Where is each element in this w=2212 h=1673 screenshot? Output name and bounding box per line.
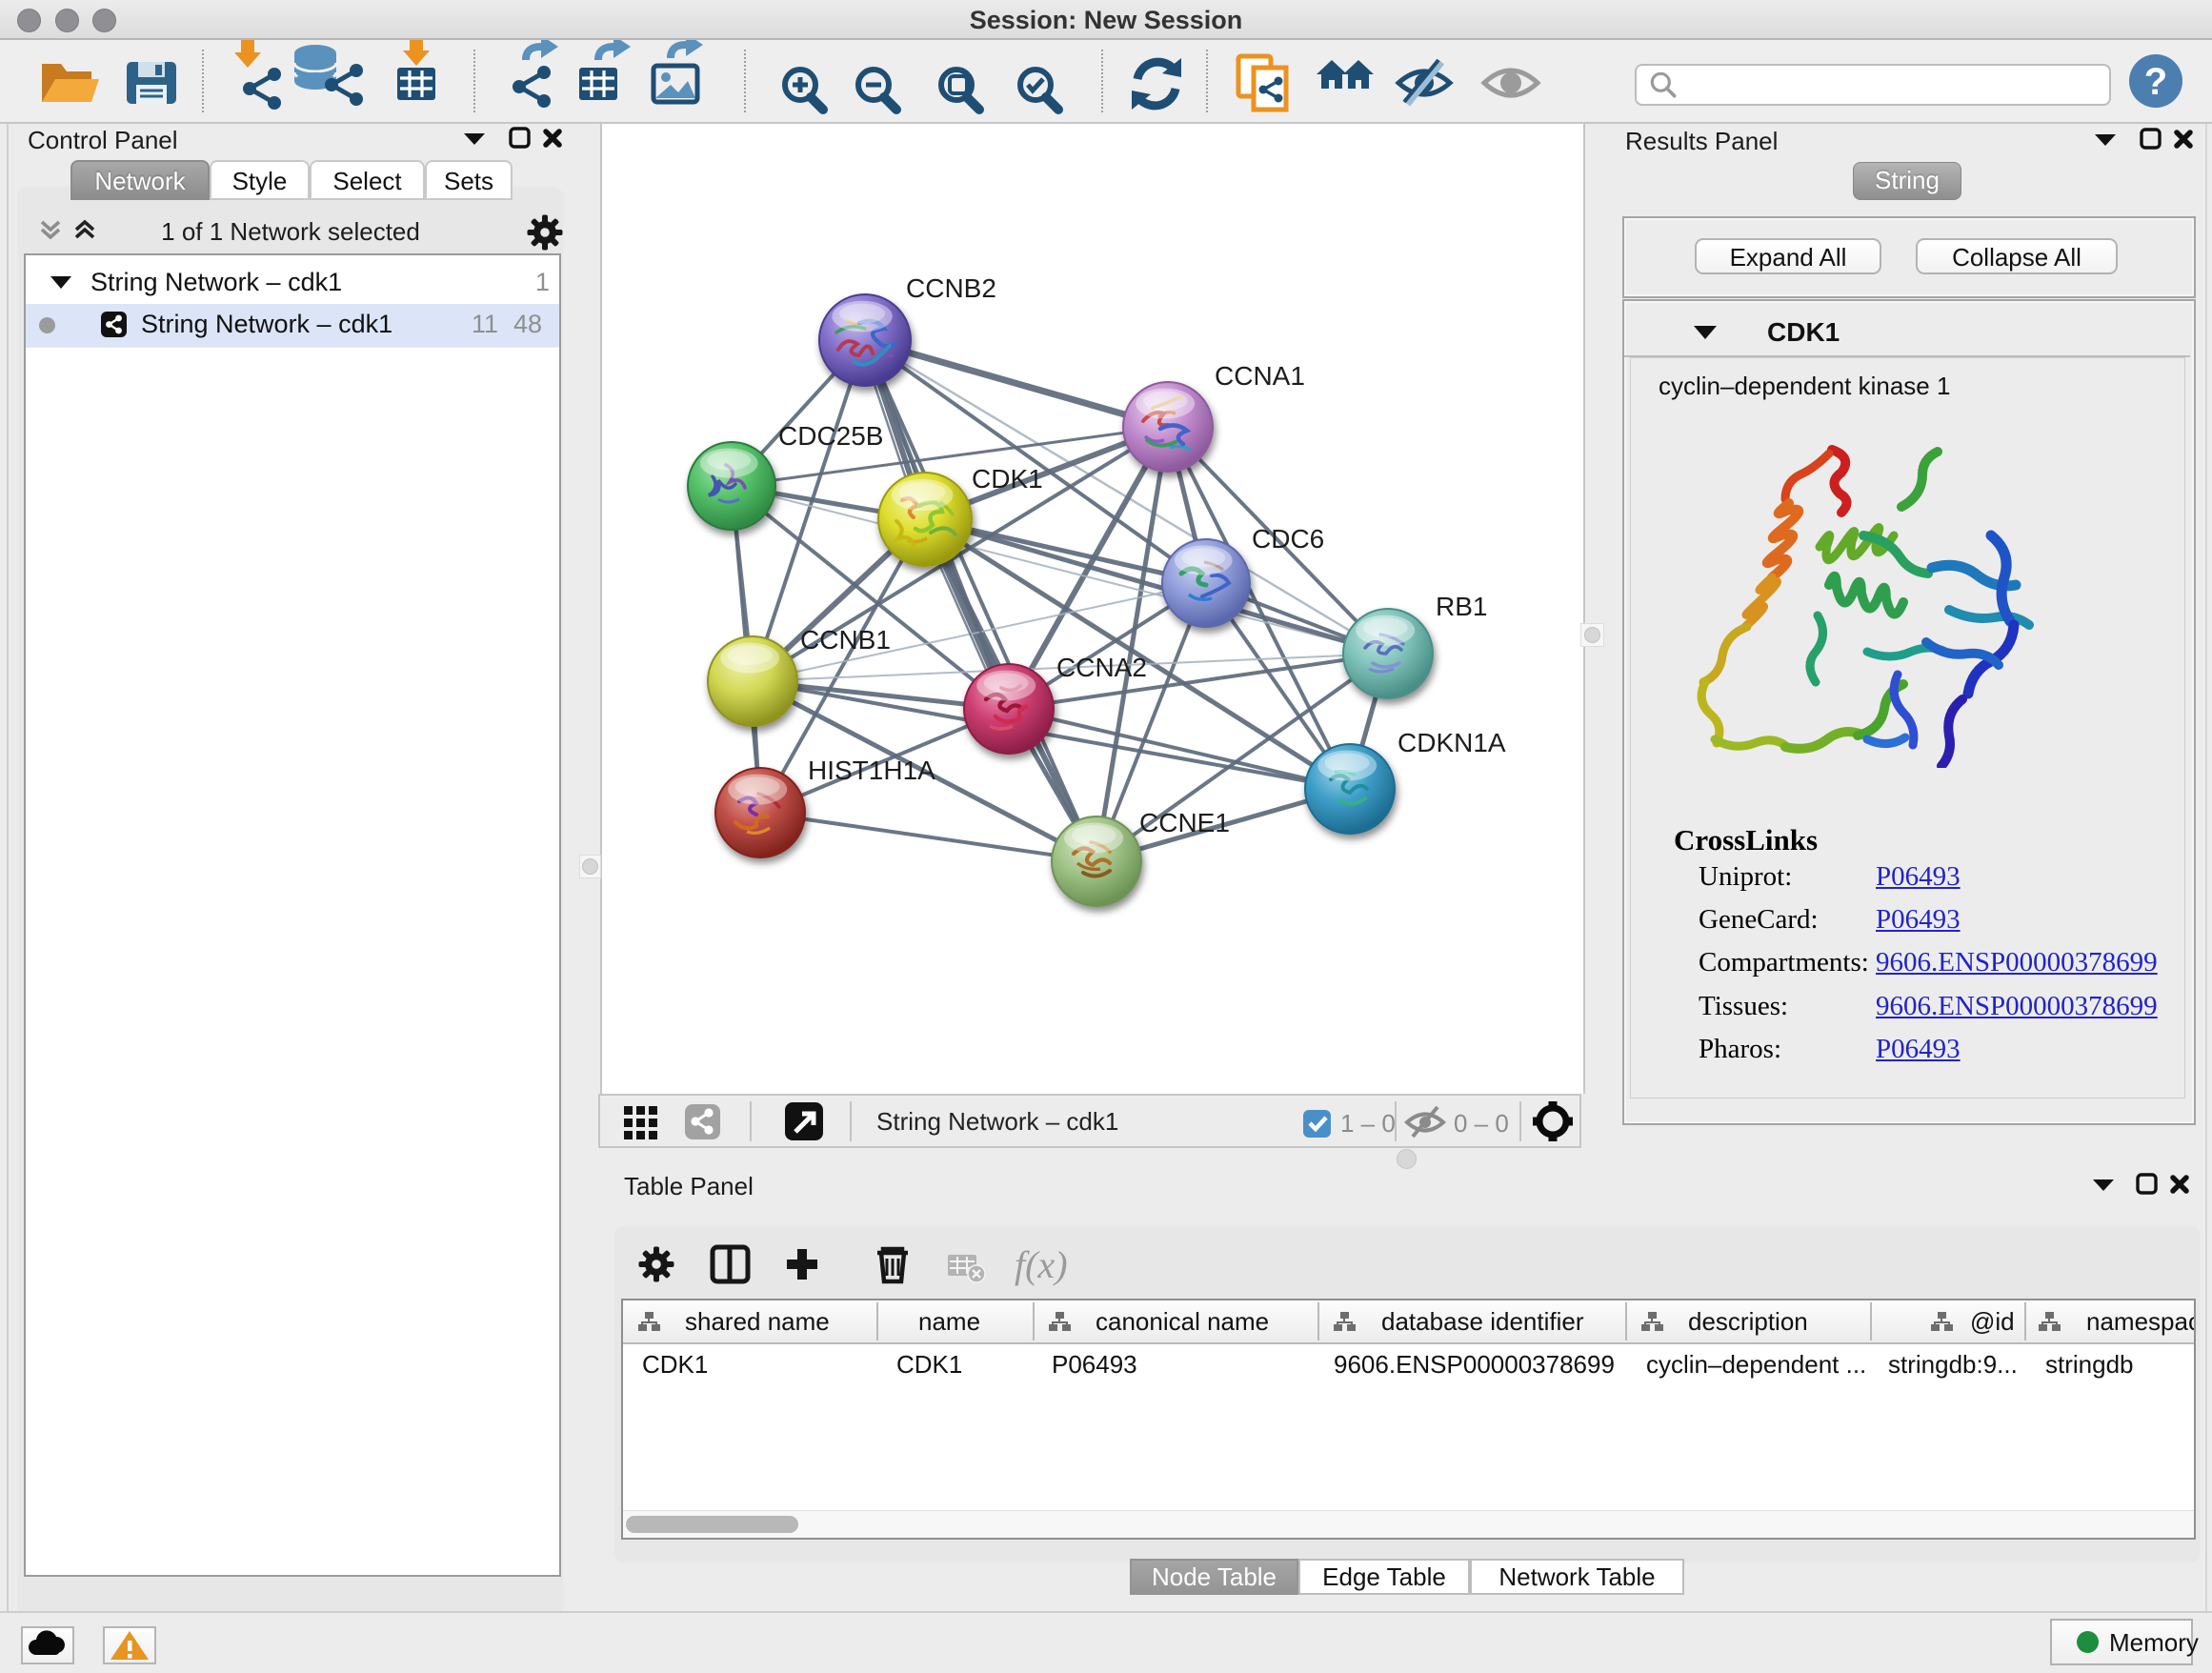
svg-text:name: name: [918, 1307, 980, 1336]
svg-text:String Network – cdk1: String Network – cdk1: [876, 1107, 1118, 1136]
svg-text:f(x): f(x): [1015, 1243, 1068, 1286]
svg-text:shared name: shared name: [685, 1307, 830, 1336]
svg-text:description: description: [1688, 1307, 1808, 1336]
svg-text:RB1: RB1: [1436, 592, 1487, 621]
svg-text:CDC25B: CDC25B: [778, 421, 883, 451]
svg-text:CCNA2: CCNA2: [1056, 653, 1147, 682]
svg-text:1 – 0: 1 – 0: [1340, 1109, 1396, 1138]
svg-text:database identifier: database identifier: [1381, 1307, 1584, 1336]
svg-text:CCNB1: CCNB1: [800, 625, 891, 655]
svg-text:CCNB2: CCNB2: [906, 273, 996, 303]
svg-text:CCNE1: CCNE1: [1139, 808, 1230, 837]
svg-text:CCNA1: CCNA1: [1215, 361, 1305, 391]
svg-text:?: ?: [2144, 61, 2167, 103]
svg-text:0 – 0: 0 – 0: [1454, 1109, 1509, 1138]
svg-text:HIST1H1A: HIST1H1A: [808, 756, 935, 785]
svg-text:CDKN1A: CDKN1A: [1398, 728, 1506, 757]
svg-text:canonical name: canonical name: [1096, 1307, 1269, 1336]
svg-text:CDK1: CDK1: [972, 464, 1043, 494]
svg-text:namespace: namespace: [2086, 1307, 2196, 1336]
svg-text:@id: @id: [1970, 1307, 2015, 1336]
svg-text:CDC6: CDC6: [1252, 524, 1324, 554]
